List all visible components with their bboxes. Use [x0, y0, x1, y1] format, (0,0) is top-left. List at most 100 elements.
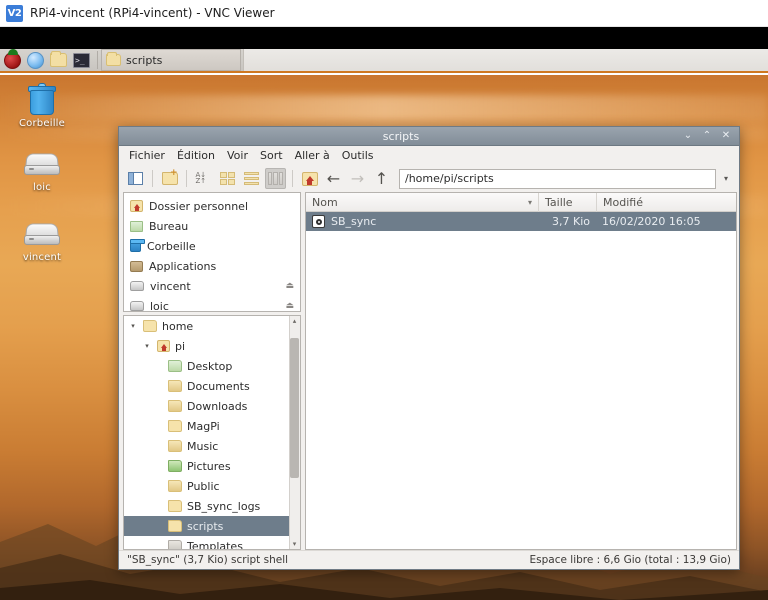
tree-item-label: Downloads	[187, 399, 248, 413]
folder-icon	[168, 520, 182, 532]
place-item-label: Bureau	[149, 219, 189, 233]
script-icon	[312, 215, 325, 228]
compact-view-button[interactable]	[241, 168, 262, 189]
folder-icon	[168, 420, 182, 432]
list-view-icon	[244, 172, 259, 185]
menu-aller-a[interactable]: Aller à	[295, 149, 330, 162]
tree-item-scripts[interactable]: scripts	[124, 516, 300, 536]
window-title: scripts	[382, 129, 420, 143]
web-browser-icon[interactable]	[25, 50, 46, 71]
drive-icon	[24, 153, 60, 179]
back-button[interactable]: ←	[323, 168, 344, 189]
window-controls: ⌄ ⌃ ✕	[683, 131, 739, 141]
tree-item-home[interactable]: ▾ home	[124, 316, 300, 336]
maximize-button[interactable]: ⌃	[702, 131, 712, 141]
status-bar: "SB_sync" (3,7 Kio) script shell Espace …	[119, 550, 739, 569]
desktop-icon-corbeille[interactable]: Corbeille	[5, 83, 79, 129]
place-item-vincent[interactable]: vincent ⏏	[124, 276, 300, 296]
tree-item-music[interactable]: Music	[124, 436, 300, 456]
new-folder-button[interactable]	[159, 168, 180, 189]
window-titlebar[interactable]: scripts ⌄ ⌃ ✕	[119, 127, 739, 146]
file-name-cell: SB_sync	[306, 215, 538, 228]
place-item-bureau[interactable]: Bureau	[124, 216, 300, 236]
column-header-modifie[interactable]: Modifié	[596, 192, 736, 212]
tree-item-public[interactable]: Public	[124, 476, 300, 496]
chevron-down-icon[interactable]: ▾	[142, 342, 152, 350]
eject-icon[interactable]: ⏏	[285, 281, 294, 291]
folder-icon	[143, 320, 157, 332]
menu-sort[interactable]: Sort	[260, 149, 283, 162]
tree-item-label: Music	[187, 439, 219, 453]
sort-indicator-icon: ▾	[527, 197, 532, 207]
file-manager-window: scripts ⌄ ⌃ ✕ Fichier Édition Voir Sort …	[118, 126, 740, 570]
minimize-button[interactable]: ⌄	[683, 131, 693, 141]
scrollbar-thumb[interactable]	[290, 338, 299, 478]
tree-item-templates[interactable]: Templates	[124, 536, 300, 549]
folder-icon	[168, 380, 182, 392]
desktop-icon-label: Corbeille	[19, 118, 65, 129]
place-item-applications[interactable]: Applications	[124, 256, 300, 276]
scroll-up-icon[interactable]: ▴	[290, 317, 299, 325]
menu-outils[interactable]: Outils	[342, 149, 374, 162]
arrow-right-icon: →	[350, 168, 365, 188]
terminal-icon[interactable]: >_	[71, 50, 92, 71]
side-pane: Dossier personnel Bureau Corbeille Appli…	[123, 192, 301, 550]
eject-icon[interactable]: ⏏	[285, 301, 294, 311]
place-item-loic[interactable]: loic ⏏	[124, 296, 300, 311]
chevron-down-icon[interactable]: ▾	[128, 322, 138, 330]
path-text: /home/pi/scripts	[405, 172, 494, 185]
place-item-label: Corbeille	[147, 239, 196, 253]
file-manager-icon[interactable]	[48, 50, 69, 71]
tree-scrollbar[interactable]: ▴ ▾	[289, 316, 300, 549]
tree-item-magpi[interactable]: MagPi	[124, 416, 300, 436]
menu-fichier[interactable]: Fichier	[129, 149, 165, 162]
tree-item-pictures[interactable]: Pictures	[124, 456, 300, 476]
file-list: Nom ▾ Taille Modifié SB_sync 3,7 Kio 16/…	[305, 192, 737, 550]
menu-voir[interactable]: Voir	[227, 149, 248, 162]
close-button[interactable]: ✕	[721, 131, 731, 141]
taskbar-tray	[243, 49, 768, 71]
tree-item-documents[interactable]: Documents	[124, 376, 300, 396]
folder-icon	[168, 500, 182, 512]
desktop-icon-vincent[interactable]: vincent	[5, 223, 79, 263]
desktop-icon-loic[interactable]: loic	[5, 153, 79, 193]
chevron-down-icon[interactable]: ▾	[719, 169, 733, 189]
place-item-corbeille[interactable]: Corbeille	[124, 236, 300, 256]
tree-item-label: Documents	[187, 379, 250, 393]
tree-item-pi[interactable]: ▾ pi	[124, 336, 300, 356]
place-item-label: Applications	[149, 259, 217, 273]
sort-az-icon: A↓ Z↑	[195, 171, 207, 185]
forward-button[interactable]: →	[347, 168, 368, 189]
icon-view-button[interactable]	[217, 168, 238, 189]
vnc-titlebar: V2 RPi4-vincent (RPi4-vincent) - VNC Vie…	[0, 0, 768, 27]
home-button[interactable]	[299, 168, 320, 189]
folder-icon	[168, 480, 182, 492]
up-button[interactable]: ↑	[371, 168, 392, 189]
path-input[interactable]: /home/pi/scripts	[399, 168, 716, 189]
raspberry-menu-icon[interactable]	[2, 48, 23, 71]
panes-icon	[128, 172, 143, 185]
toggle-side-pane-button[interactable]	[125, 168, 146, 189]
folder-icon	[168, 360, 182, 372]
tree-item-label: Pictures	[187, 459, 231, 473]
desktop-icon	[130, 220, 143, 232]
tree-item-desktop[interactable]: Desktop	[124, 356, 300, 376]
column-header-nom[interactable]: Nom ▾	[306, 193, 538, 212]
home-icon	[157, 340, 170, 352]
home-icon	[301, 171, 318, 186]
menu-edition[interactable]: Édition	[177, 149, 215, 162]
place-item-dossier-personnel[interactable]: Dossier personnel	[124, 196, 300, 216]
tree-item-sb-sync-logs[interactable]: SB_sync_logs	[124, 496, 300, 516]
vnc-viewer-window: V2 RPi4-vincent (RPi4-vincent) - VNC Vie…	[0, 0, 768, 600]
taskbar-window-scripts[interactable]: scripts	[101, 49, 241, 71]
table-row[interactable]: SB_sync 3,7 Kio 16/02/2020 16:05	[306, 212, 736, 231]
folder-icon	[168, 440, 182, 452]
sort-button[interactable]: A↓ Z↑	[193, 168, 214, 189]
taskbar-window-label: scripts	[126, 53, 163, 67]
scroll-down-icon[interactable]: ▾	[290, 540, 299, 548]
tree-item-downloads[interactable]: Downloads	[124, 396, 300, 416]
file-name-label: SB_sync	[331, 215, 377, 228]
column-header-taille[interactable]: Taille	[538, 192, 596, 212]
file-size-cell: 3,7 Kio	[552, 215, 590, 228]
detailed-view-button[interactable]	[265, 168, 286, 189]
